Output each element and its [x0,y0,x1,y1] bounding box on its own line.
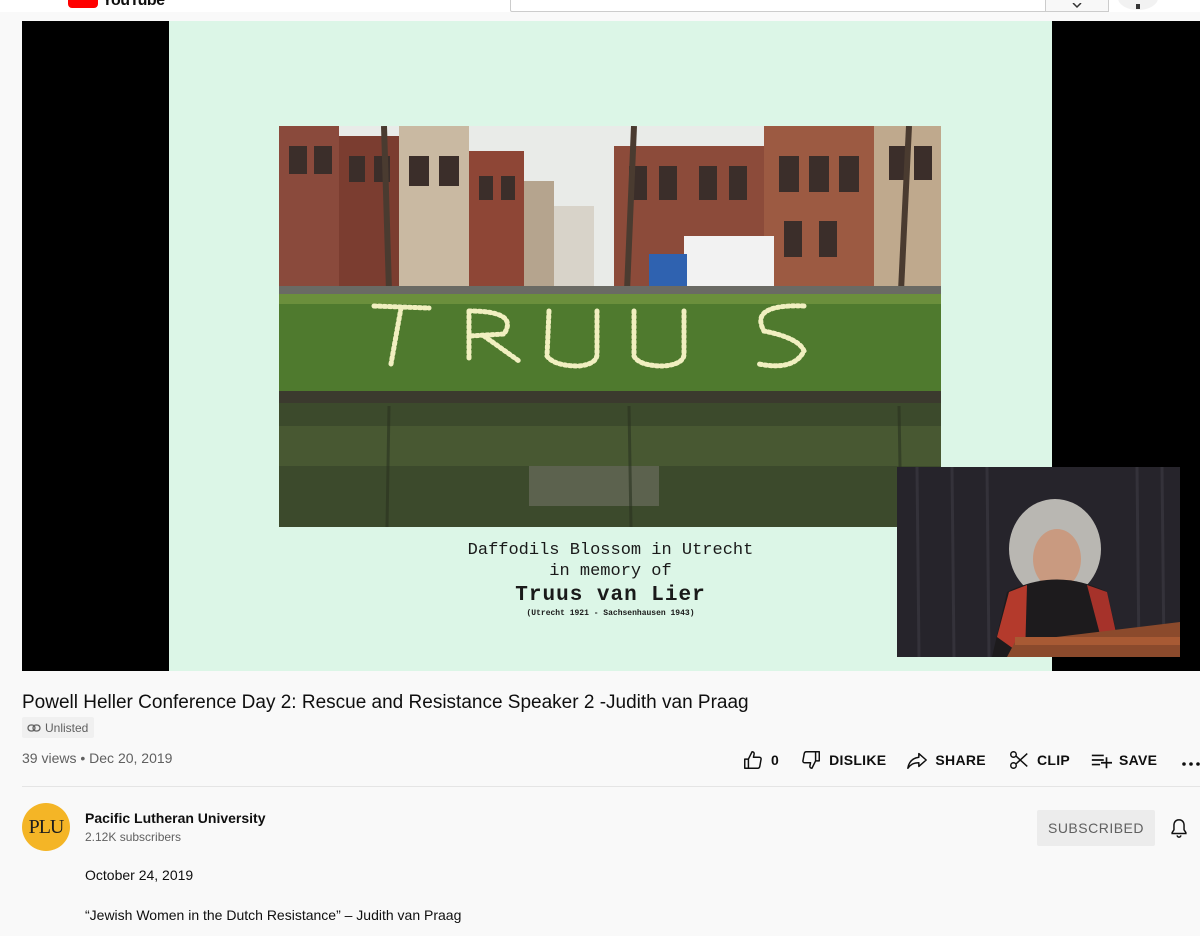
unlisted-label: Unlisted [45,720,89,735]
speaker-video-inset [897,467,1180,657]
description-date: October 24, 2019 [85,867,194,883]
canal-photo [279,126,941,527]
voice-search-button[interactable] [1118,0,1158,10]
more-horizontal-icon [1182,762,1200,766]
video-meta: 39 views • Dec 20, 2019 [22,750,172,766]
youtube-wordmark: YouTube [102,0,165,9]
playlist-add-icon [1091,754,1113,769]
link-icon [27,723,41,732]
share-button[interactable]: SHARE [906,749,986,771]
divider [22,786,1200,787]
search-input[interactable] [510,0,1046,12]
youtube-logo[interactable]: YouTube [68,0,165,10]
dislike-label: DISLIKE [829,752,887,768]
speaker-image [897,467,1180,657]
meta-separator: • [80,750,86,766]
channel-avatar-text: PLU [28,815,65,838]
channel-avatar[interactable]: PLU [22,803,70,851]
subscriber-count: 2.12K subscribers [85,830,182,844]
utrecht-canal-image [279,126,941,527]
clip-button[interactable]: CLIP [1008,749,1070,771]
video-player[interactable]: Daffodils Blossom in Utrecht in memory o… [22,21,1200,671]
video-title: Powell Heller Conference Day 2: Rescue a… [22,692,749,713]
subscribed-button[interactable]: SUBSCRIBED [1037,810,1155,846]
video-actions: 0 DISLIKE SHARE CLIP SAVE [742,748,1200,772]
save-label: SAVE [1119,752,1158,768]
notification-bell-button[interactable] [1168,817,1190,839]
clip-label: CLIP [1036,752,1071,768]
more-actions-button[interactable] [1181,750,1200,770]
channel-name[interactable]: Pacific Lutheran University [85,810,266,826]
like-count: 0 [771,752,780,768]
view-count: 39 views [22,750,77,766]
description-text: “Jewish Women in the Dutch Resistance” –… [85,907,462,923]
upload-date: Dec 20, 2019 [89,750,173,766]
save-button[interactable]: SAVE [1090,749,1157,771]
search-button[interactable] [1045,0,1109,12]
search-icon [1072,3,1082,9]
bell-icon [1171,819,1187,838]
dislike-button[interactable]: DISLIKE [800,749,886,771]
like-button[interactable]: 0 [742,749,779,771]
share-icon [907,752,928,769]
mic-icon [1136,4,1140,9]
youtube-play-icon [68,0,98,8]
masthead: YouTube [0,0,1200,12]
share-label: SHARE [935,752,986,768]
thumbs-up-icon [744,751,762,769]
scissors-icon [1009,751,1028,769]
thumbs-down-icon [802,751,821,769]
unlisted-badge: Unlisted [22,717,95,738]
